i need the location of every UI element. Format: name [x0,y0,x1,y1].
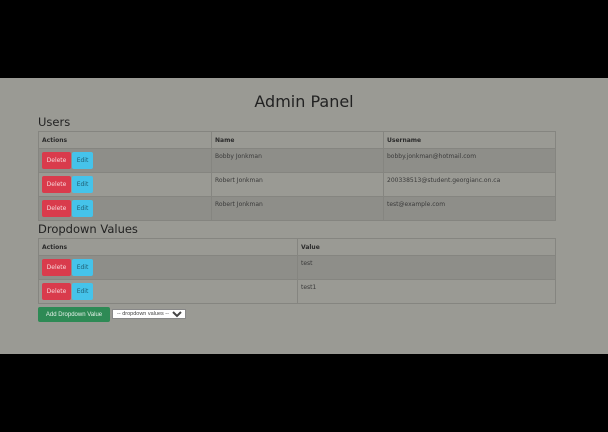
column-header: Name [211,131,384,149]
edit-button[interactable]: Edit [72,259,93,276]
dropdown-table: Actions Value Delete Edit test Delete Edit te… [38,238,556,304]
name-cell: Bobby Jonkman [211,148,384,173]
add-dropdown-value-button[interactable]: Add Dropdown Value [38,307,110,322]
username-cell: test@example.com [383,196,556,221]
actions-cell: Delete Edit [38,196,212,221]
delete-button[interactable]: Delete [42,200,71,217]
column-header: Username [383,131,556,149]
actions-cell: Delete Edit [38,172,212,197]
delete-button[interactable]: Delete [42,176,71,193]
column-header: Actions [38,238,298,256]
column-header: Actions [38,131,212,149]
username-cell: bobby.jonkman@hotmail.com [383,148,556,173]
table-row: Delete Edit test [38,255,556,280]
username-cell: 200338513@student.georgianc.on.ca [383,172,556,197]
actions-cell: Delete Edit [38,148,212,173]
edit-button[interactable]: Edit [72,176,93,193]
users-table: Actions Name Username Delete Edit Bobby Jo… [38,131,556,221]
table-row: Delete Edit Robert Jonkman 200338513@studen… [38,172,556,197]
value-cell: test1 [297,279,556,304]
delete-button[interactable]: Delete [42,259,71,276]
dropdown-values-select[interactable]: -- dropdown values -- [112,309,186,319]
column-header: Value [297,238,556,256]
actions-cell: Delete Edit [38,255,298,280]
edit-button[interactable]: Edit [72,152,93,169]
edit-button[interactable]: Edit [72,283,93,300]
value-cell: test [297,255,556,280]
name-cell: Robert Jonkman [211,172,384,197]
name-cell: Robert Jonkman [211,196,384,221]
table-row: Delete Edit test1 [38,279,556,304]
users-heading: Users [38,115,71,129]
admin-page: Admin Panel Users Actions Name Username … [0,78,608,354]
delete-button[interactable]: Delete [42,283,71,300]
edit-button[interactable]: Edit [72,200,93,217]
delete-button[interactable]: Delete [42,152,71,169]
page-title: Admin Panel [254,92,354,111]
table-row: Delete Edit Robert Jonkman test@example.com [38,196,556,221]
actions-cell: Delete Edit [38,279,298,304]
dropdown-heading: Dropdown Values [38,222,138,236]
table-row: Delete Edit Bobby Jonkman bobby.jonkman@hot… [38,148,556,173]
